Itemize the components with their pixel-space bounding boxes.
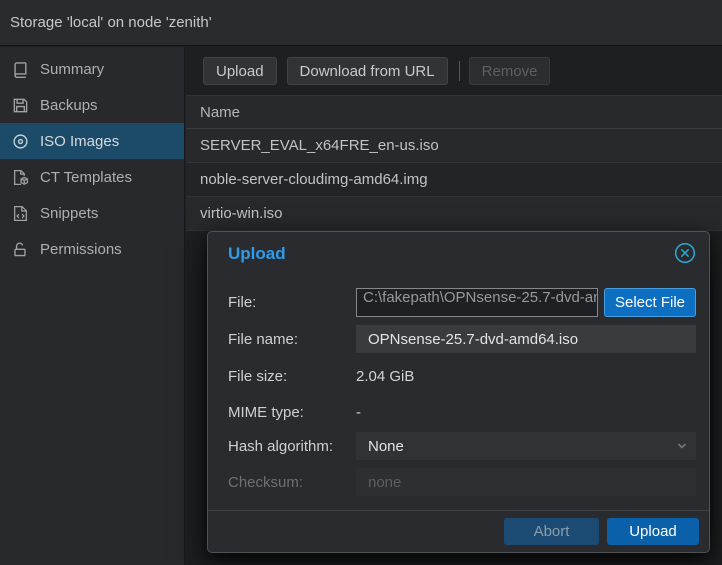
abort-button[interactable]: Abort [504,518,599,545]
mime-type-value: - [356,404,361,421]
remove-button[interactable]: Remove [469,57,551,85]
hash-algorithm-value: None [368,438,404,455]
sidebar-item-permissions[interactable]: Permissions [0,231,184,267]
file-cube-icon [12,169,29,186]
file-name-row: File name: OPNsense-25.7-dvd-amd64.iso [228,325,696,353]
sidebar-item-label: Backups [40,97,98,114]
chevron-down-icon [676,440,688,452]
file-name-label: File name: [228,331,356,348]
sidebar-item-snippets[interactable]: Snippets [0,195,184,231]
hash-algorithm-row: Hash algorithm: None [228,432,696,460]
unlock-icon [12,241,29,258]
dialog-upload-button[interactable]: Upload [607,518,699,545]
sidebar-item-backups[interactable]: Backups [0,87,184,123]
file-code-icon [12,205,29,222]
content-toolbar: Upload Download from URL Remove [186,47,722,95]
table-row[interactable]: virtio-win.iso [186,197,722,231]
file-size-row: File size: 2.04 GiB [228,362,696,390]
sidebar-item-label: ISO Images [40,133,119,150]
file-name-input[interactable]: OPNsense-25.7-dvd-amd64.iso [356,325,696,353]
table-row[interactable]: SERVER_EVAL_x64FRE_en-us.iso [186,129,722,163]
page-title: Storage 'local' on node 'zenith' [10,14,212,31]
checksum-row: Checksum: [228,468,696,496]
file-size-label: File size: [228,368,356,385]
sidebar-item-iso-images[interactable]: ISO Images [0,123,184,159]
sidebar-item-label: Summary [40,61,104,78]
download-from-url-button[interactable]: Download from URL [287,57,448,85]
sidebar-item-label: Permissions [40,241,122,258]
circle-x-icon[interactable] [673,241,697,265]
upload-dialog: Upload File: C:\fakepath\OPNsense-25.7-d… [207,231,710,553]
sidebar-item-label: CT Templates [40,169,132,186]
sidebar-item-summary[interactable]: Summary [0,51,184,87]
file-label: File: [228,294,356,311]
select-file-button[interactable]: Select File [604,288,696,317]
iso-images-table: Name SERVER_EVAL_x64FRE_en-us.iso noble-… [186,95,722,231]
floppy-icon [12,97,29,114]
hash-algorithm-label: Hash algorithm: [228,438,356,455]
checksum-label: Checksum: [228,474,356,491]
table-row[interactable]: noble-server-cloudimg-amd64.img [186,163,722,197]
upload-dialog-header: Upload [208,232,709,276]
file-path-input[interactable]: C:\fakepath\OPNsense-25.7-dvd-amd64.iso [356,288,598,317]
toolbar-separator [459,61,460,81]
file-row: File: C:\fakepath\OPNsense-25.7-dvd-amd6… [228,288,696,317]
disc-icon [12,133,29,150]
hash-algorithm-select[interactable]: None [356,432,696,460]
file-size-value: 2.04 GiB [356,368,414,385]
upload-button[interactable]: Upload [203,57,277,85]
sidebar-item-ct-templates[interactable]: CT Templates [0,159,184,195]
sidebar-item-label: Snippets [40,205,98,222]
book-icon [12,61,29,78]
storage-sidebar: Summary Backups ISO Images [0,47,185,565]
mime-type-label: MIME type: [228,404,356,421]
proxmox-storage-screen: Storage 'local' on node 'zenith' Summary… [0,0,722,565]
panel-title-bar: Storage 'local' on node 'zenith' [0,0,722,46]
mime-type-row: MIME type: - [228,398,696,426]
dialog-title: Upload [228,244,286,264]
column-header-name[interactable]: Name [186,96,722,129]
dialog-footer: Abort Upload [208,510,709,552]
checksum-input[interactable] [356,468,696,496]
